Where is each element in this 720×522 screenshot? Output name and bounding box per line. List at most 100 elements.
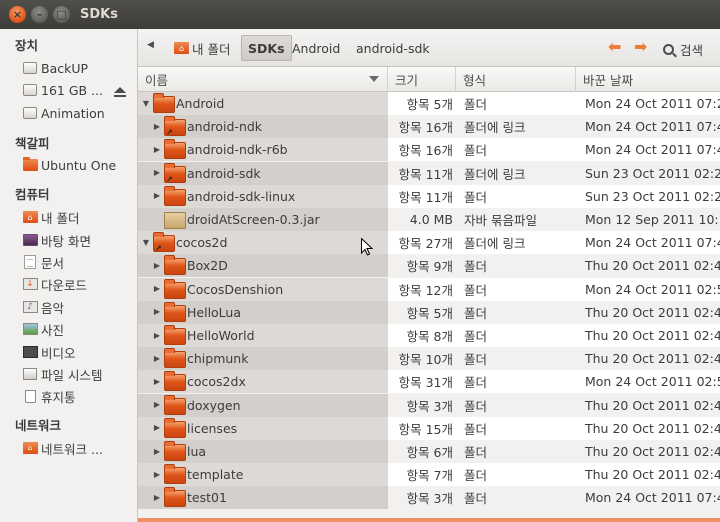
collapsed-arrow-icon[interactable]: ▶ (153, 284, 161, 293)
file-row[interactable]: ▼ Android 항목 5개 폴더 Mon 24 Oct 2011 07:28 (138, 92, 720, 115)
file-row[interactable]: ▶ android-sdk-linux 항목 11개 폴더 Sun 23 Oct 201… (138, 184, 720, 208)
file-row[interactable]: ▶ android-ndk-r6b 항목 16개 폴더 Mon 24 Oct 2011 … (138, 138, 720, 162)
sidebar-heading-devices: 장치 (15, 38, 39, 53)
breadcrumb-label: 내 폴더 (192, 41, 231, 57)
file-size: 항목 5개 (406, 305, 453, 321)
column-header-type[interactable]: 형식 (456, 67, 576, 92)
sidebar-item-backup[interactable]: BackUP (22, 58, 88, 78)
file-name: chipmunk (187, 351, 249, 367)
sidebar-item-pictures[interactable]: 사진 (22, 319, 64, 339)
collapsed-arrow-icon[interactable]: ▶ (153, 470, 161, 479)
sidebar-item-videos[interactable]: 비디오 (22, 342, 76, 362)
collapsed-arrow-icon[interactable]: ▶ (153, 122, 161, 131)
file-row[interactable]: ▶ CocosDenshion 항목 12개 폴더 Mon 24 Oct 2011 02… (138, 277, 720, 301)
file-size: 항목 11개 (398, 189, 453, 205)
file-row[interactable]: ▶ HelloLua 항목 5개 폴더 Thu 20 Oct 2011 02:49 (138, 300, 720, 324)
sidebar-item-documents[interactable]: 문서 (22, 252, 64, 272)
collapsed-arrow-icon[interactable]: ▶ (153, 191, 161, 200)
file-name: android-ndk (187, 119, 263, 135)
sidebar-item-ubuntu-one[interactable]: Ubuntu One (22, 155, 116, 175)
folder-icon (164, 441, 186, 461)
collapsed-arrow-icon[interactable]: ▶ (153, 261, 161, 270)
file-row[interactable]: ▶ chipmunk 항목 10개 폴더 Thu 20 Oct 2011 02:49 (138, 347, 720, 371)
eject-icon[interactable] (113, 87, 126, 99)
file-row[interactable]: ▶ cocos2dx 항목 31개 폴더 Mon 24 Oct 2011 02:53 (138, 370, 720, 394)
breadcrumb-scroll-left-icon[interactable]: ◀ (147, 40, 154, 50)
column-header-date[interactable]: 바꾼 날짜 (576, 67, 720, 92)
collapsed-arrow-icon[interactable]: ▶ (153, 377, 161, 386)
music-icon: ♪ (22, 300, 38, 314)
file-row[interactable]: ▶ android-sdk 항목 11개 폴더에 링크 Sun 23 Oct 2011 … (138, 161, 720, 185)
expanded-arrow-icon[interactable]: ▼ (142, 238, 150, 247)
file-row[interactable]: ▶ HelloWorld 항목 8개 폴더 Thu 20 Oct 2011 02:49 (138, 324, 720, 347)
file-row[interactable]: ▶ android-ndk 항목 16개 폴더에 링크 Mon 24 Oct 2011 … (138, 115, 720, 139)
sidebar-item-label: 음악 (41, 300, 65, 316)
sort-descending-icon (369, 76, 379, 82)
collapsed-arrow-icon[interactable]: ▶ (153, 168, 161, 177)
file-name: test01 (187, 490, 227, 506)
close-button[interactable]: × (9, 6, 26, 23)
column-header-name[interactable]: 이름 (138, 67, 388, 92)
column-header-size[interactable]: 크기 (388, 67, 456, 92)
name-cell: ▶ lua (138, 440, 388, 463)
sidebar-item-desktop[interactable]: 바탕 화면 (22, 230, 91, 250)
file-row[interactable]: ▶ licenses 항목 15개 폴더 Thu 20 Oct 2011 02:49 (138, 416, 720, 440)
forward-arrow-icon[interactable]: ➡ (634, 37, 647, 56)
sidebar-item-home[interactable]: ⌂ 내 폴더 (22, 207, 79, 227)
back-arrow-icon[interactable]: ⬅ (608, 37, 621, 56)
sidebar-item-161gb[interactable]: 161 GB ... (22, 80, 103, 100)
file-name: HelloLua (187, 304, 242, 320)
file-row[interactable]: droidAtScreen-0.3.jar 4.0 MB 자바 묶음파일 Mon 12… (138, 208, 720, 231)
search-button[interactable]: 검색 (663, 40, 703, 59)
collapsed-arrow-icon[interactable]: ▶ (153, 307, 161, 316)
collapsed-arrow-icon[interactable]: ▶ (153, 354, 161, 363)
collapsed-arrow-icon[interactable]: ▶ (153, 331, 161, 340)
title-bar[interactable]: × – □ SDKs (0, 0, 720, 29)
breadcrumb-android[interactable]: Android (286, 35, 346, 61)
file-row[interactable]: ▶ doxygen 항목 3개 폴더 Thu 20 Oct 2011 02:49 (138, 393, 720, 417)
sidebar-item-animation[interactable]: Animation (22, 103, 105, 123)
collapsed-arrow-icon[interactable]: ▶ (153, 493, 161, 502)
name-cell: ▼ cocos2d (138, 231, 388, 255)
file-row[interactable]: ▶ test01 항목 3개 폴더 Mon 24 Oct 2011 07:44 (138, 486, 720, 510)
file-row[interactable]: ▶ Box2D 항목 9개 폴더 Thu 20 Oct 2011 02:49 (138, 254, 720, 278)
file-row[interactable]: ▶ template 항목 7개 폴더 Thu 20 Oct 2011 02:49 (138, 463, 720, 487)
file-date: Mon 24 Oct 2011 07:28 (585, 96, 720, 111)
name-cell: ▶ test01 (138, 486, 388, 510)
expanded-arrow-icon[interactable]: ▼ (142, 99, 150, 108)
file-row[interactable]: ▶ lua 항목 6개 폴더 Thu 20 Oct 2011 02:49 (138, 440, 720, 463)
sidebar-heading-bookmarks: 책갈피 (15, 136, 50, 151)
file-row[interactable]: ▼ cocos2d 항목 27개 폴더에 링크 Mon 24 Oct 2011 07:4… (138, 231, 720, 255)
collapsed-arrow-icon[interactable]: ▶ (153, 400, 161, 409)
name-cell: ▶ chipmunk (138, 347, 388, 371)
collapsed-arrow-icon[interactable]: ▶ (153, 423, 161, 432)
file-name: android-sdk (187, 165, 261, 181)
sidebar-item-music[interactable]: ♪ 음악 (22, 297, 64, 317)
maximize-button[interactable]: □ (53, 6, 70, 23)
folder-icon (164, 371, 186, 392)
breadcrumb-android-sdk[interactable]: android-sdk (350, 35, 436, 61)
folder-icon (164, 417, 186, 438)
file-size: 항목 5개 (406, 97, 453, 112)
folder-icon (164, 139, 186, 160)
file-type: 폴더 (464, 282, 488, 298)
breadcrumb-home[interactable]: ⌂ 내 폴더 (168, 35, 236, 61)
file-size: 항목 31개 (398, 375, 453, 391)
name-cell: ▶ Box2D (138, 254, 388, 278)
minimize-button[interactable]: – (31, 6, 48, 23)
file-type: 폴더 (464, 398, 488, 414)
file-name: Android (176, 96, 225, 111)
file-type: 폴더 (464, 329, 488, 344)
sidebar-item-filesystem[interactable]: 파일 시스템 (22, 364, 102, 384)
file-name: doxygen (187, 397, 241, 413)
sidebar-item-downloads[interactable]: ↓ 다운로드 (22, 274, 87, 294)
sidebar-item-trash[interactable]: 휴지통 (22, 386, 76, 406)
file-name: CocosDenshion (187, 281, 284, 297)
collapsed-arrow-icon[interactable]: ▶ (153, 447, 161, 456)
breadcrumb-sdks[interactable]: SDKs (241, 35, 292, 61)
folder-link-icon (153, 232, 175, 253)
file-date: Thu 20 Oct 2011 02:49 (585, 258, 720, 274)
sidebar-item-network[interactable]: ⌂ 네트워크 ... (22, 438, 103, 458)
collapsed-arrow-icon[interactable]: ▶ (153, 145, 161, 154)
search-label: 검색 (680, 43, 704, 58)
